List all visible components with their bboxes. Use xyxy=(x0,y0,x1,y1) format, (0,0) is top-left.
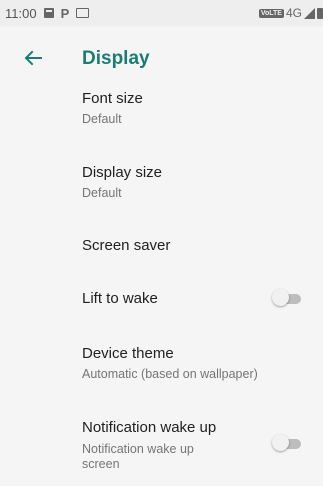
back-button[interactable] xyxy=(22,47,44,69)
setting-lift-to-wake[interactable]: Lift to wake xyxy=(0,275,323,325)
setting-title: Lift to wake xyxy=(82,290,158,307)
setting-device-theme[interactable]: Device theme Automatic (based on wallpap… xyxy=(0,335,323,390)
setting-notification-wake-up[interactable]: Notification wake up Notification wake u… xyxy=(0,410,323,480)
notification-wake-up-toggle[interactable] xyxy=(272,434,302,452)
page-title: Display xyxy=(82,48,150,69)
sim-card-icon xyxy=(76,8,90,18)
setting-font-size[interactable]: Font size Default xyxy=(0,90,323,140)
arrow-left-icon xyxy=(24,50,42,66)
toggle-thumb xyxy=(272,434,289,451)
setting-subtitle: Automatic (based on wallpaper) xyxy=(82,367,258,381)
setting-display-size[interactable]: Display size Default xyxy=(0,152,323,207)
status-bar: 11:00 P VoLTE 4G xyxy=(0,0,323,26)
parking-icon: P xyxy=(60,5,70,21)
setting-title: Font size xyxy=(82,90,143,107)
setting-title: Screen saver xyxy=(82,237,171,254)
network-type: 4G xyxy=(285,6,302,20)
setting-title: Display size xyxy=(82,164,163,181)
toggle-thumb xyxy=(272,289,289,306)
setting-subtitle: Default xyxy=(82,112,122,126)
setting-subtitle: Notification wake up screen xyxy=(82,442,194,471)
signal-icon xyxy=(304,7,315,19)
volte-badge: VoLTE xyxy=(258,8,284,18)
setting-title: Notification wake up xyxy=(82,419,217,436)
app-bar: Display xyxy=(0,26,323,90)
setting-title: Device theme xyxy=(82,345,174,362)
setting-subtitle: Default xyxy=(82,186,122,200)
battery-icon xyxy=(317,7,323,19)
setting-screen-saver[interactable]: Screen saver xyxy=(0,225,323,275)
lift-to-wake-toggle[interactable] xyxy=(272,289,302,307)
notification-icon xyxy=(43,8,54,18)
status-time: 11:00 xyxy=(5,5,37,21)
